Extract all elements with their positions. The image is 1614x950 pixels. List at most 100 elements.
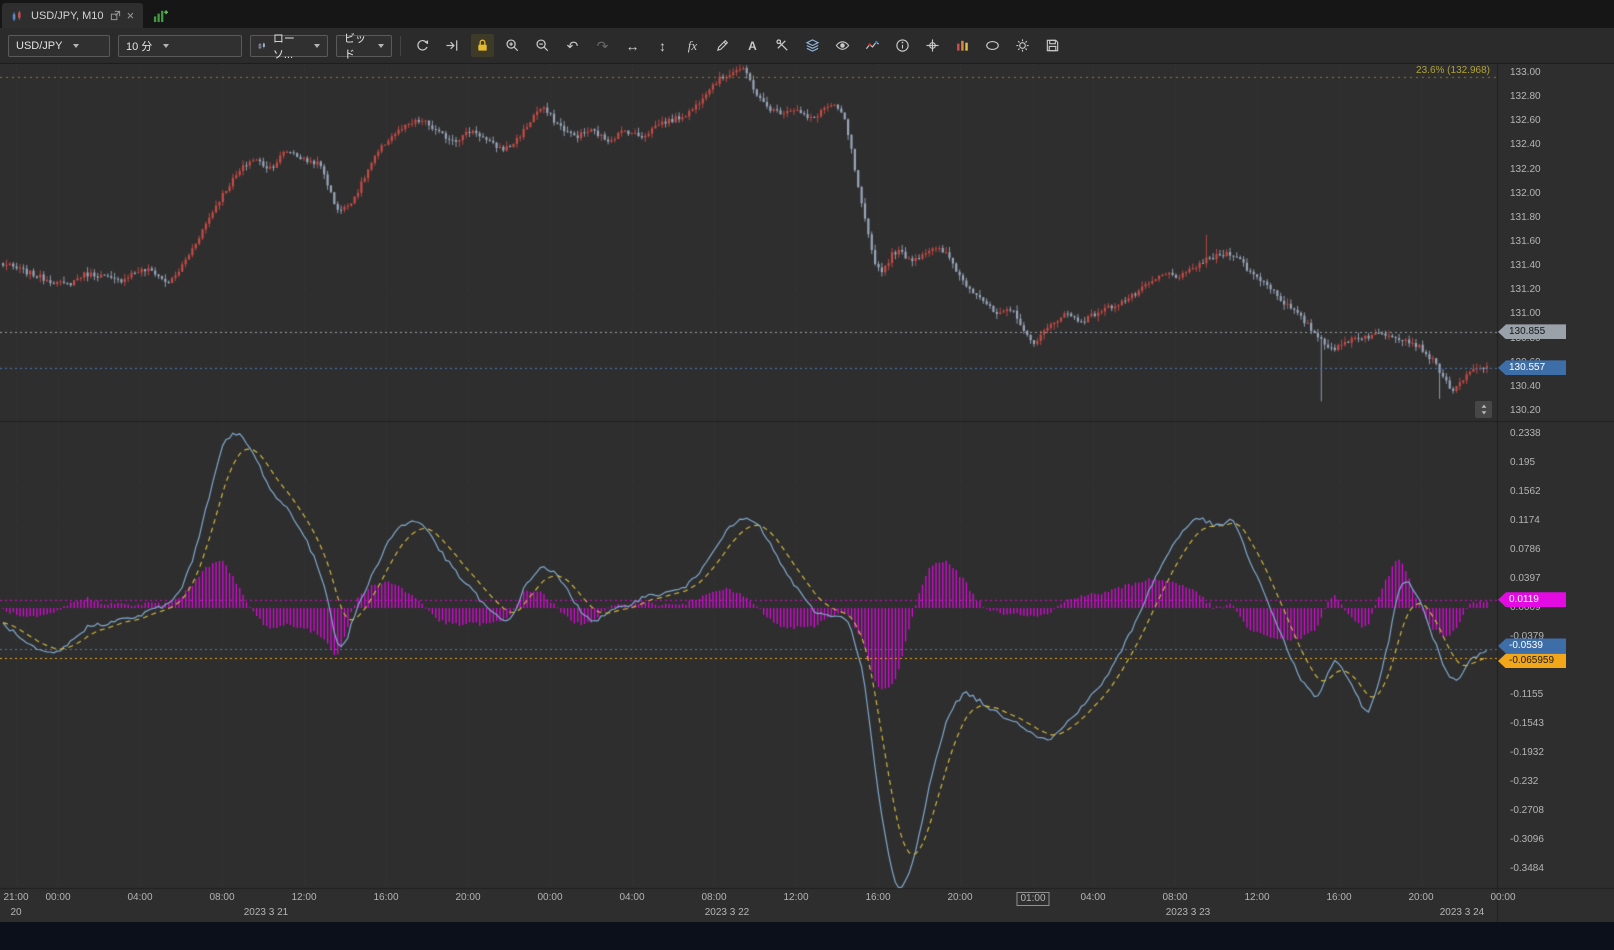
time-tick-label: 16:00 [373,892,398,904]
tools-button[interactable] [771,34,794,57]
ellipse-icon [985,38,1000,53]
crosshair-icon [925,38,940,53]
time-tick-label: 12:00 [1244,892,1269,904]
indicator-tick-label: -0.1155 [1510,689,1543,701]
chart-toolbar: USD/JPY 10 分 ローソ... ビッド [0,28,1614,64]
chart-area: 23.6% (132.968) 133.00132.80132.60132.40… [0,64,1614,922]
time-tick-label: 21:00 [3,892,28,904]
chart-canvas[interactable] [0,64,1614,922]
toolbar-separator [400,36,401,56]
time-tick-label: 08:00 [701,892,726,904]
scale-toggle-button[interactable] [1475,401,1492,418]
time-tick-label: 16:00 [865,892,890,904]
info-icon [895,38,910,53]
vertical-scale-button[interactable]: ↕ [651,34,674,57]
zoom-in-button[interactable] [501,34,524,57]
auto-scroll-button[interactable] [441,34,464,57]
date-label: 2023 3 23 [1166,907,1211,918]
indicator-tick-label: -0.3096 [1510,834,1544,846]
new-chart-button[interactable] [153,3,168,28]
tab-title: USD/JPY, M10 [31,10,104,22]
indicator-badge: -0.0539 [1498,638,1566,653]
zoom-out-button[interactable] [531,34,554,57]
layers-icon [805,38,820,53]
price-tick-label: 131.00 [1510,308,1541,320]
time-tick-label: 16:00 [1326,892,1351,904]
eye-icon [835,38,850,53]
horizontal-arrows-icon: ↔ [626,39,640,53]
draw-button[interactable] [711,34,734,57]
layers-button[interactable] [801,34,824,57]
vertical-arrows-icon: ↕ [659,39,666,53]
chart-tab[interactable]: USD/JPY, M10 × [2,3,143,28]
popout-icon[interactable] [110,10,121,21]
redo-icon: ↷ [597,39,609,53]
price-mode-select[interactable]: ビッド [336,35,392,57]
info-button[interactable] [891,34,914,57]
date-label: 2023 3 24 [1440,907,1485,918]
refresh-icon [415,38,430,53]
lock-scroll-button[interactable] [471,34,494,57]
indicator-tick-label: -0.3484 [1510,863,1544,875]
visibility-button[interactable] [831,34,854,57]
price-tick-label: 131.40 [1510,260,1541,272]
candlestick-chart-icon [11,9,25,23]
lock-icon [475,38,490,53]
chart-style-select-value: ローソ... [273,30,303,62]
bar-style-button[interactable] [951,34,974,57]
tab-close-icon[interactable]: × [127,9,135,22]
save-button[interactable] [1041,34,1064,57]
colored-bars-icon [955,38,970,53]
indicator-tick-label: 0.2338 [1510,428,1541,440]
chevron-down-icon [73,44,79,48]
redo-button[interactable]: ↷ [591,34,614,57]
fx-icon: fx [688,39,697,53]
price-tick-label: 132.80 [1510,91,1541,103]
text-button[interactable]: A [741,34,764,57]
up-down-arrows-icon [1478,403,1490,416]
undo-button[interactable]: ↶ [561,34,584,57]
time-tick-label: 04:00 [619,892,644,904]
zoom-out-icon [535,38,550,53]
time-tick-label: 08:00 [209,892,234,904]
crosshair-button[interactable] [921,34,944,57]
price-tick-label: 130.40 [1510,381,1541,393]
chart-style-select[interactable]: ローソ... [250,35,328,57]
candle-style-icon [258,40,266,52]
auto-scroll-icon [445,38,460,53]
indicator-tick-label: -0.1932 [1510,747,1544,759]
price-badge: 130.855 [1498,324,1566,339]
price-tick-label: 130.20 [1510,405,1541,417]
chevron-down-icon [163,44,169,48]
price-tick-label: 131.80 [1510,212,1541,224]
date-label: 2023 3 22 [705,907,750,918]
refresh-button[interactable] [411,34,434,57]
indicator-badge: -0.065959 [1498,653,1566,668]
price-badge: 130.557 [1498,360,1566,375]
text-tool-icon: A [748,39,757,53]
time-tick-label: 00:00 [1490,892,1515,904]
settings-button[interactable] [1011,34,1034,57]
price-tick-label: 131.60 [1510,236,1541,248]
insert-function-button[interactable]: fx [681,34,704,57]
sparkline-icon [865,38,880,53]
price-tick-label: 131.20 [1510,284,1541,296]
bottom-panel [0,922,1614,950]
horizontal-scale-button[interactable]: ↔ [621,34,644,57]
indicator-tick-label: -0.2708 [1510,805,1544,817]
objects-button[interactable] [981,34,1004,57]
price-mode-select-value: ビッド [344,30,367,62]
zoom-in-icon [505,38,520,53]
time-tick-label: 20:00 [1408,892,1433,904]
undo-icon: ↶ [567,39,579,53]
time-tick-label: 12:00 [783,892,808,904]
time-tick-label: 12:00 [291,892,316,904]
price-tick-label: 132.60 [1510,115,1541,127]
indicator-list-button[interactable] [861,34,884,57]
time-tick-label: 20:00 [455,892,480,904]
indicator-tick-label: 0.195 [1510,457,1535,469]
time-tick-label: 00:00 [537,892,562,904]
symbol-select[interactable]: USD/JPY [8,35,110,57]
timeframe-select[interactable]: 10 分 [118,35,242,57]
gear-icon [1015,38,1030,53]
